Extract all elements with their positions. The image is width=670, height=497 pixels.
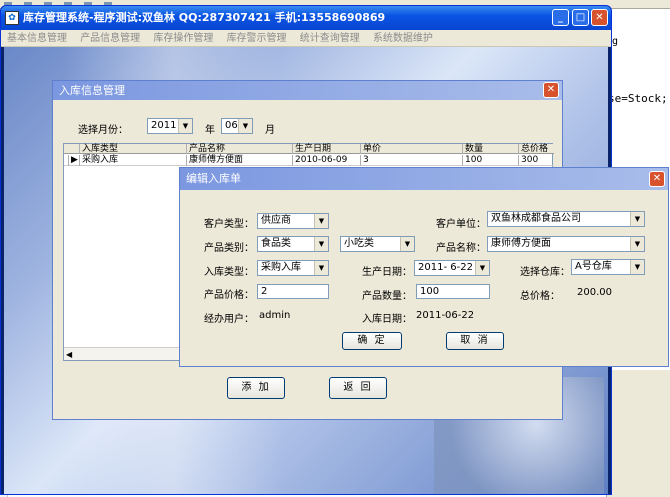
year-label: 年 xyxy=(205,125,215,136)
menubar: 基本信息管理 产品信息管理 库存操作管理 库存警示管理 统计查询管理 系统数据维… xyxy=(1,30,611,47)
menu-system-data[interactable]: 系统数据维护 xyxy=(373,30,433,47)
chevron-down-icon[interactable]: ▼ xyxy=(630,212,644,226)
month-value: 06 xyxy=(225,120,238,131)
year-combo[interactable]: 2011 ▼ xyxy=(147,118,193,134)
chevron-down-icon[interactable]: ▼ xyxy=(475,261,489,275)
menu-stock-alert[interactable]: 库存警示管理 xyxy=(227,30,287,47)
operator-value: admin xyxy=(259,310,291,321)
stockin-date-label: 入库日期： xyxy=(362,314,412,325)
stockin-info-titlebar[interactable]: 入库信息管理 ✕ xyxy=(53,81,562,100)
chevron-down-icon[interactable]: ▼ xyxy=(400,237,414,251)
column-header[interactable]: 产品名称 xyxy=(186,144,292,154)
product-name-value: 康师傅方便面 xyxy=(491,238,551,249)
quantity-label: 产品数量： xyxy=(362,291,412,302)
stockin-type-label: 入库类型： xyxy=(204,267,254,278)
product-category-combo[interactable]: 食品类 ▼ xyxy=(257,236,329,252)
product-name-label: 产品名称： xyxy=(436,243,486,254)
chevron-down-icon[interactable]: ▼ xyxy=(178,119,192,133)
menu-product-info[interactable]: 产品信息管理 xyxy=(80,30,140,47)
customer-unit-value: 双鱼林成都食品公司 xyxy=(491,213,581,224)
year-value: 2011 xyxy=(151,120,177,131)
ok-button[interactable]: 确 定 xyxy=(342,332,402,350)
customer-unit-label: 客户单位： xyxy=(436,219,486,230)
back-button[interactable]: 返 回 xyxy=(329,377,387,399)
table-cell[interactable]: 采购入库 xyxy=(79,155,186,166)
column-header[interactable]: 入库类型 xyxy=(79,144,186,154)
app-icon: ✿ xyxy=(5,11,19,25)
total-label: 总价格： xyxy=(520,291,560,302)
column-header[interactable]: 数量 xyxy=(462,144,518,154)
product-subcategory-value: 小吃类 xyxy=(344,238,374,249)
grid-header: 入库类型 产品名称 生产日期 单价 数量 总价格 xyxy=(64,144,554,154)
dialog-close-button[interactable]: ✕ xyxy=(649,171,665,187)
stockin-type-combo[interactable]: 采购入库 ▼ xyxy=(257,260,329,276)
cancel-button[interactable]: 取 消 xyxy=(446,332,504,350)
chevron-down-icon[interactable]: ▼ xyxy=(314,261,328,275)
table-cell[interactable]: 康师傅方便面 xyxy=(186,155,292,166)
stockin-date-value: 2011-06-22 xyxy=(416,310,475,321)
chevron-down-icon[interactable]: ▼ xyxy=(630,237,644,251)
maximize-button[interactable]: □ xyxy=(572,9,589,26)
menu-statistics[interactable]: 统计查询管理 xyxy=(300,30,360,47)
table-cell[interactable]: 300 xyxy=(518,155,554,166)
price-label: 产品价格： xyxy=(204,290,254,301)
table-cell[interactable]: 2010-06-09 xyxy=(292,155,360,166)
column-header[interactable]: 总价格 xyxy=(518,144,554,154)
warehouse-label: 选择仓库： xyxy=(520,267,570,278)
stockin-type-value: 采购入库 xyxy=(261,262,301,273)
month-select-label: 选择月份： xyxy=(78,125,128,136)
stockin-info-close-button[interactable]: ✕ xyxy=(543,82,559,98)
column-header[interactable]: 单价 xyxy=(360,144,462,154)
production-date-label: 生产日期： xyxy=(362,267,412,278)
scroll-left-icon[interactable]: ◀ xyxy=(66,348,72,361)
edit-stockin-titlebar[interactable]: 编辑入库单 ✕ xyxy=(180,168,668,190)
chevron-down-icon[interactable]: ▼ xyxy=(630,260,644,274)
column-header[interactable]: 生产日期 xyxy=(292,144,360,154)
stockin-info-title: 入库信息管理 xyxy=(59,84,125,97)
table-row[interactable]: ▶ 采购入库 康师傅方便面 2010-06-09 3 100 300 xyxy=(64,155,554,166)
minimize-button[interactable]: _ xyxy=(552,9,569,26)
chevron-down-icon[interactable]: ▼ xyxy=(238,119,252,133)
main-titlebar[interactable]: ✿ 库存管理系统-程序测试:双鱼林 QQ:287307421 手机:135586… xyxy=(1,6,611,30)
price-input[interactable]: 2 xyxy=(257,284,329,299)
month-combo[interactable]: 06 ▼ xyxy=(221,118,253,134)
customer-type-combo[interactable]: 供应商 ▼ xyxy=(257,213,329,229)
menu-basic-info[interactable]: 基本信息管理 xyxy=(7,30,67,47)
edit-stockin-title: 编辑入库单 xyxy=(186,172,241,185)
edit-stockin-dialog: 编辑入库单 ✕ 客户类型： 供应商 ▼ 客户单位： 双鱼林成都食品公司 ▼ 产品… xyxy=(179,167,669,367)
close-button[interactable]: ✕ xyxy=(591,9,608,26)
table-cell[interactable]: 3 xyxy=(360,155,462,166)
ide-code-line: se=Stock; xyxy=(608,92,668,105)
warehouse-combo[interactable]: A号仓库 ▼ xyxy=(571,259,645,275)
production-date-picker[interactable]: 2011- 6-22 ▼ xyxy=(414,260,490,276)
month-label: 月 xyxy=(265,125,275,136)
total-value: 200.00 xyxy=(577,287,612,298)
ide-bottom-panel xyxy=(606,370,670,497)
product-subcategory-combo[interactable]: 小吃类 ▼ xyxy=(340,236,415,252)
menu-stock-operation[interactable]: 库存操作管理 xyxy=(153,30,213,47)
warehouse-value: A号仓库 xyxy=(575,261,612,272)
customer-type-value: 供应商 xyxy=(261,215,291,226)
chevron-down-icon[interactable]: ▼ xyxy=(314,237,328,251)
table-cell[interactable]: 100 xyxy=(462,155,518,166)
quantity-input[interactable]: 100 xyxy=(416,284,490,299)
customer-type-label: 客户类型： xyxy=(204,219,254,230)
operator-label: 经办用户： xyxy=(204,314,254,325)
customer-unit-combo[interactable]: 双鱼林成都食品公司 ▼ xyxy=(487,211,645,227)
main-title-text: 库存管理系统-程序测试:双鱼林 QQ:287307421 手机:13558690… xyxy=(23,11,386,24)
row-selector-icon: ▶ xyxy=(68,155,78,166)
product-category-label: 产品类别： xyxy=(204,243,254,254)
production-date-value: 2011- 6-22 xyxy=(418,262,473,273)
chevron-down-icon[interactable]: ▼ xyxy=(314,214,328,228)
product-name-combo[interactable]: 康师傅方便面 ▼ xyxy=(487,236,645,252)
add-button[interactable]: 添 加 xyxy=(227,377,285,399)
product-category-value: 食品类 xyxy=(261,238,291,249)
